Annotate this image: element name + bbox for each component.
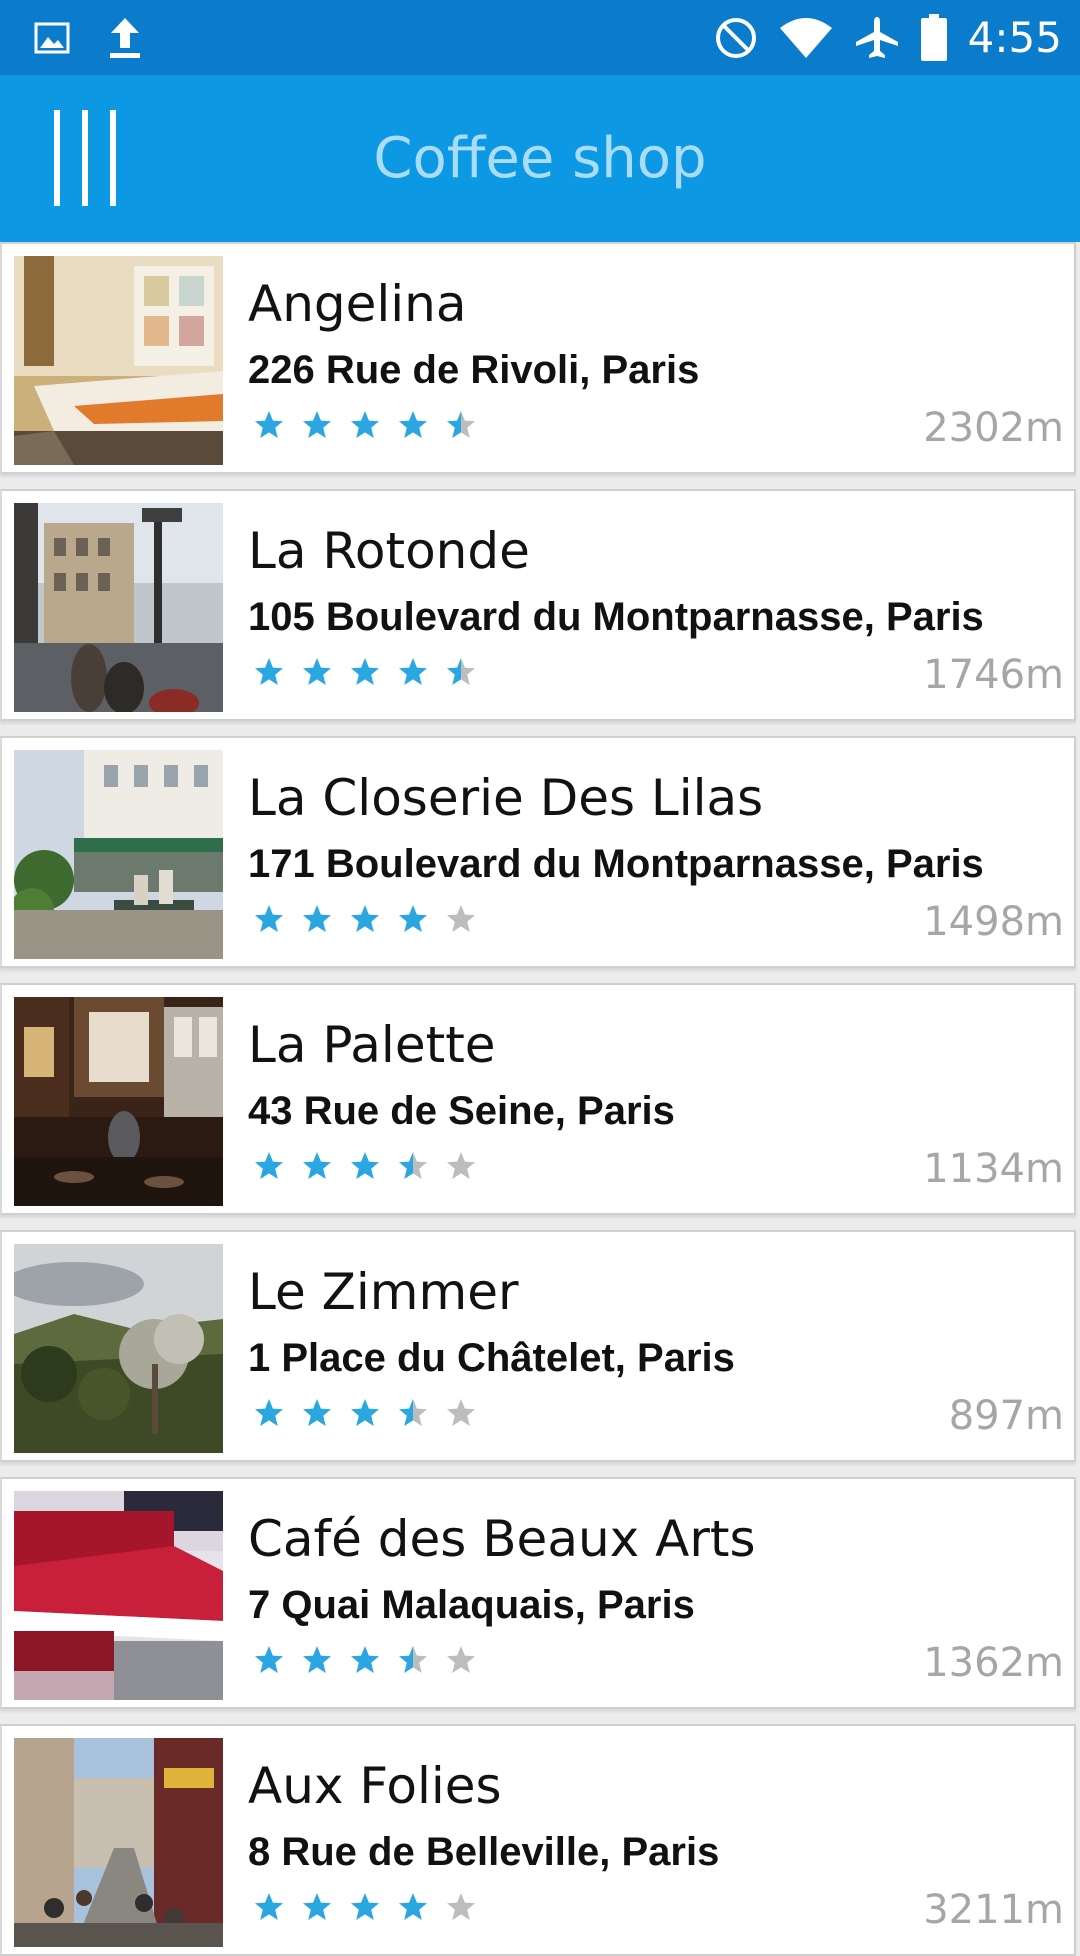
star-icon [399, 1399, 427, 1426]
star-icon [255, 1646, 283, 1673]
star-rating [254, 1641, 476, 1681]
list-item[interactable]: Aux Folies 8 Rue de Belleville, Paris 3211… [0, 1724, 1076, 1956]
star-icon [303, 411, 331, 438]
status-bar: 4:55 [0, 0, 1080, 75]
star-icon [303, 658, 331, 685]
shop-photo [14, 1244, 223, 1453]
shop-name: Le Zimmer [248, 1263, 519, 1321]
star-icon [255, 1399, 283, 1426]
star-icon [255, 1893, 283, 1920]
status-bar-system: 4:55 [714, 10, 1062, 66]
star-icon [447, 1152, 475, 1179]
list-item[interactable]: Café des Beaux Arts 7 Quai Malaquais, Par… [0, 1477, 1076, 1709]
shop-photo [14, 1738, 223, 1947]
star-icon [351, 905, 379, 932]
star-rating [254, 406, 476, 446]
star-icon [255, 1152, 283, 1179]
star-icon [351, 658, 379, 685]
shop-address: 43 Rue de Seine, Paris [248, 1089, 675, 1133]
shop-address: 171 Boulevard du Montparnasse, Paris [248, 842, 984, 886]
shop-distance: 897m [948, 1393, 1064, 1439]
battery-icon [920, 14, 947, 61]
star-icon [399, 1893, 427, 1920]
star-rating [254, 1888, 476, 1928]
menu-icon [54, 110, 116, 206]
menu-button[interactable] [40, 103, 130, 213]
star-icon [447, 905, 475, 932]
star-icon [255, 658, 283, 685]
star-icon [303, 905, 331, 932]
shop-name: La Closerie Des Lilas [248, 769, 764, 827]
star-icon [351, 1646, 379, 1673]
shop-photo [14, 503, 223, 712]
shop-address: 226 Rue de Rivoli, Paris [248, 348, 700, 392]
star-rating [254, 900, 476, 940]
page-title: Coffee shop [373, 126, 707, 191]
star-icon [351, 1152, 379, 1179]
star-icon [399, 658, 427, 685]
star-rating [254, 1147, 476, 1187]
star-icon [303, 1399, 331, 1426]
star-icon [351, 1399, 379, 1426]
shop-name: Café des Beaux Arts [248, 1510, 756, 1568]
list-item[interactable]: La Palette 43 Rue de Seine, Paris 1134m [0, 983, 1076, 1215]
shop-name: Angelina [248, 275, 467, 333]
status-bar-notifications [34, 14, 142, 62]
upload-icon [110, 18, 140, 58]
star-icon [255, 411, 283, 438]
shop-photo [14, 256, 223, 465]
shop-distance: 1134m [923, 1146, 1064, 1192]
shop-distance: 1362m [923, 1640, 1064, 1686]
shop-distance: 1746m [923, 652, 1064, 698]
star-icon [447, 1399, 475, 1426]
shop-address: 8 Rue de Belleville, Paris [248, 1830, 720, 1874]
star-icon [351, 1893, 379, 1920]
star-rating [254, 653, 476, 693]
star-icon [303, 1893, 331, 1920]
star-rating [254, 1394, 476, 1434]
shop-photo [14, 997, 223, 1206]
clock: 4:55 [967, 13, 1062, 62]
shop-name: Aux Folies [248, 1757, 502, 1815]
list-item[interactable]: Angelina 226 Rue de Rivoli, Paris 2302m [0, 242, 1076, 474]
star-icon [399, 411, 427, 438]
star-icon [399, 1646, 427, 1673]
shop-name: La Rotonde [248, 522, 530, 580]
star-icon [303, 1152, 331, 1179]
app-bar: Coffee shop [0, 75, 1080, 242]
star-icon [447, 1646, 475, 1673]
shop-name: La Palette [248, 1016, 496, 1074]
list-item[interactable]: Le Zimmer 1 Place du Châtelet, Paris 897m [0, 1230, 1076, 1462]
shop-address: 105 Boulevard du Montparnasse, Paris [248, 595, 984, 639]
shop-distance: 1498m [923, 899, 1064, 945]
image-icon [34, 22, 70, 54]
star-icon [399, 1152, 427, 1179]
shop-distance: 2302m [923, 405, 1064, 451]
wifi-icon [779, 18, 832, 58]
shop-address: 1 Place du Châtelet, Paris [248, 1336, 735, 1380]
star-icon [447, 658, 475, 685]
shop-address: 7 Quai Malaquais, Paris [248, 1583, 695, 1627]
star-icon [351, 411, 379, 438]
star-icon [447, 411, 475, 438]
list-item[interactable]: La Closerie Des Lilas 171 Boulevard du Mo… [0, 736, 1076, 968]
shop-distance: 3211m [923, 1887, 1064, 1933]
shop-photo [14, 1491, 223, 1700]
star-icon [447, 1893, 475, 1920]
shop-photo [14, 750, 223, 959]
airplane-icon [855, 17, 898, 58]
star-icon [303, 1646, 331, 1673]
star-icon [399, 905, 427, 932]
do-not-disturb-icon [715, 18, 756, 58]
star-icon [255, 905, 283, 932]
list-item[interactable]: La Rotonde 105 Boulevard du Montparnasse,… [0, 489, 1076, 721]
